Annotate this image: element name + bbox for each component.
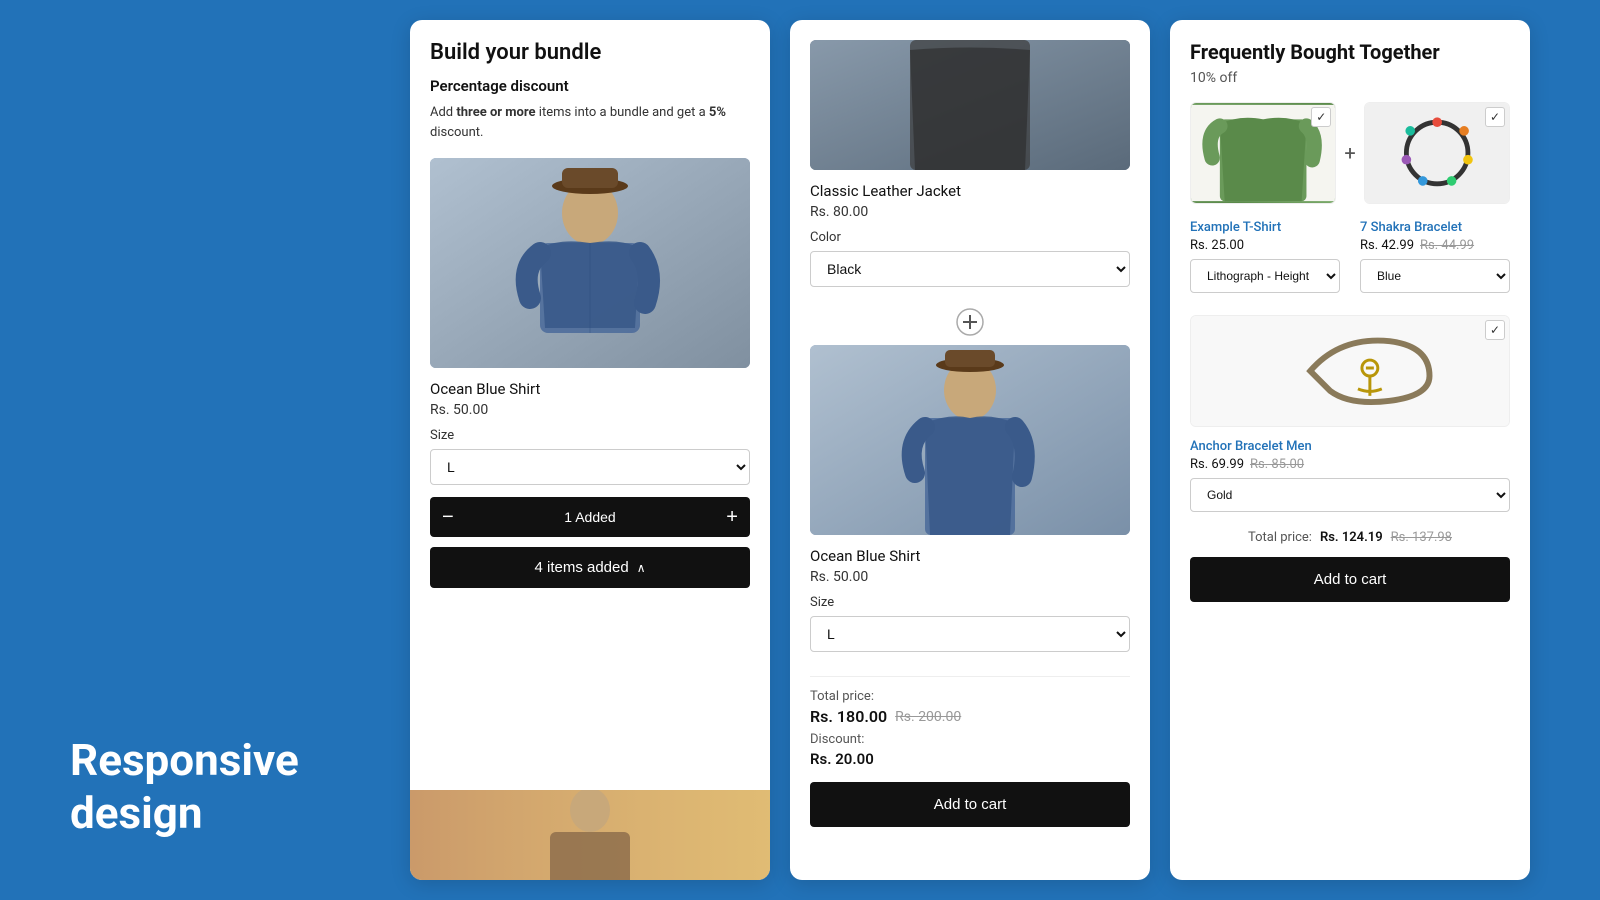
bundle-card: Build your bundle Percentage discount Ad… <box>410 20 770 880</box>
fbt-total-original: Rs. 137.98 <box>1391 530 1452 545</box>
bracelet-price-val: Rs. 42.99 <box>1360 238 1414 253</box>
tshirt-name: Example T-Shirt <box>1190 220 1340 235</box>
tshirt-variant-select[interactable]: Lithograph - Height Lithograph - Width <box>1190 259 1340 293</box>
anchor-price-val: Rs. 69.99 <box>1190 457 1244 472</box>
jacket-illustration <box>810 40 1130 170</box>
bracelet-original-price: Rs. 44.99 <box>1420 238 1474 253</box>
product-image-shirt <box>430 158 750 368</box>
fbt-total-label: Total price: <box>1248 530 1312 545</box>
items-added-bar[interactable]: 4 items added ∧ <box>430 547 750 588</box>
color-select[interactable]: Black Brown Tan <box>810 251 1130 287</box>
shirt2-price: Rs. 50.00 <box>810 569 1130 585</box>
plus-circle-divider <box>810 307 1130 337</box>
bracelet-checkmark[interactable]: ✓ <box>1485 107 1505 127</box>
bottom-strip-illustration <box>410 790 770 880</box>
bundle-detail-card: Classic Leather Jacket Rs. 80.00 Color B… <box>790 20 1150 880</box>
tshirt-price-val: Rs. 25.00 <box>1190 238 1244 253</box>
fbt-product-tshirt: ✓ <box>1190 102 1336 204</box>
fbt-details-row: Example T-Shirt Rs. 25.00 Lithograph - H… <box>1190 220 1510 301</box>
color-label: Color <box>810 230 1130 245</box>
quantity-control[interactable]: − 1 Added + <box>430 497 750 537</box>
shirt2-image <box>810 345 1130 535</box>
shirt-size-label: Size <box>810 595 1130 610</box>
items-added-text: 4 items added <box>534 559 628 576</box>
total-section: Total price: Rs. 180.00 Rs. 200.00 Disco… <box>810 676 1130 827</box>
bold-three-or-more: three or more <box>456 105 535 120</box>
anchor-illustration <box>1191 316 1509 426</box>
shirt2-illustration <box>810 345 1130 535</box>
bracelet-details: 7 Shakra Bracelet Rs. 42.99 Rs. 44.99 Bl… <box>1360 220 1510 301</box>
anchor-price: Rs. 69.99 Rs. 85.00 <box>1190 457 1510 472</box>
fbt-card: Frequently Bought Together 10% off ✓ + <box>1170 20 1530 880</box>
tshirt-checkmark[interactable]: ✓ <box>1311 107 1331 127</box>
fbt-title: Frequently Bought Together <box>1190 40 1510 64</box>
bundle-title: Build your bundle <box>430 40 750 65</box>
fbt-product-bracelet: ✓ <box>1364 102 1510 204</box>
bottom-product-strip <box>410 790 770 880</box>
discount-label: Discount: <box>810 732 1130 747</box>
shirt-illustration <box>430 158 750 368</box>
anchor-original-price: Rs. 85.00 <box>1250 457 1304 472</box>
add-to-cart-button[interactable]: Add to cart <box>810 782 1130 827</box>
plus-divider-icon: + <box>1344 141 1355 165</box>
bracelet-name: 7 Shakra Bracelet <box>1360 220 1510 235</box>
bold-5percent: 5% <box>709 105 726 120</box>
total-original-price: Rs. 200.00 <box>895 709 961 725</box>
fbt-discount-label: 10% off <box>1190 70 1510 86</box>
discount-value: Rs. 20.00 <box>810 750 1130 768</box>
shirt-size-select[interactable]: L XS S M XL <box>810 616 1130 652</box>
total-price: Rs. 180.00 <box>810 707 887 726</box>
bracelet-variant-select[interactable]: Blue Red Green <box>1360 259 1510 293</box>
size-select[interactable]: L XS S M XL <box>430 449 750 485</box>
size-label: Size <box>430 428 750 443</box>
bracelet-price: Rs. 42.99 Rs. 44.99 <box>1360 238 1510 253</box>
jacket-price: Rs. 80.00 <box>810 204 1130 220</box>
chevron-up-icon: ∧ <box>637 561 646 575</box>
discount-desc: Add three or more items into a bundle an… <box>430 103 750 142</box>
anchor-name: Anchor Bracelet Men <box>1190 439 1510 454</box>
total-label: Total price: <box>810 689 1130 704</box>
discount-title: Percentage discount <box>430 77 750 95</box>
product1-name: Ocean Blue Shirt <box>430 380 750 398</box>
jacket-name: Classic Leather Jacket <box>810 182 1130 200</box>
left-section: Responsive design <box>70 20 390 880</box>
product1-price: Rs. 50.00 <box>430 402 750 418</box>
anchor-bracelet-image <box>1191 316 1509 426</box>
shirt2-name: Ocean Blue Shirt <box>810 547 1130 565</box>
tshirt-details: Example T-Shirt Rs. 25.00 Lithograph - H… <box>1190 220 1340 301</box>
anchor-checkmark[interactable]: ✓ <box>1485 320 1505 340</box>
plus-circle-icon <box>955 307 985 337</box>
fbt-add-cart-button[interactable]: Add to cart <box>1190 557 1510 602</box>
total-price-row: Rs. 180.00 Rs. 200.00 <box>810 707 1130 726</box>
responsive-design-label: Responsive design <box>70 734 390 840</box>
fbt-total-price: Rs. 124.19 <box>1320 530 1383 545</box>
minus-icon[interactable]: − <box>442 507 454 527</box>
tshirt-price: Rs. 25.00 <box>1190 238 1340 253</box>
plus-icon[interactable]: + <box>726 507 738 527</box>
fbt-products-row: ✓ + <box>1190 102 1510 204</box>
anchor-details: Anchor Bracelet Men Rs. 69.99 Rs. 85.00 … <box>1190 439 1510 520</box>
fbt-total-row: Total price: Rs. 124.19 Rs. 137.98 <box>1190 530 1510 545</box>
qty-added-label: 1 Added <box>564 509 615 525</box>
jacket-image <box>810 40 1130 170</box>
anchor-variant-select[interactable]: Gold Silver Black <box>1190 478 1510 512</box>
anchor-bracelet-product: ✓ <box>1190 315 1510 427</box>
